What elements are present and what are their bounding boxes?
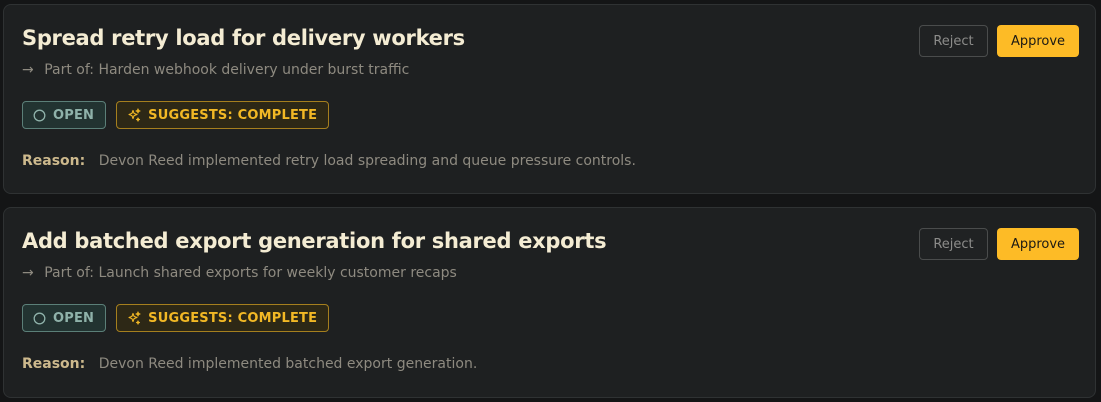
parent-name: Launch shared exports for weekly custome… <box>98 265 457 281</box>
suggestion-badge-label: SUGGESTS: COMPLETE <box>148 310 318 326</box>
approve-button[interactable]: Approve <box>997 228 1079 260</box>
reason: Reason: Devon Reed implemented batched e… <box>22 356 477 372</box>
suggestion-badge: SUGGESTS: COMPLETE <box>116 101 330 129</box>
circle-icon <box>33 109 46 122</box>
arrow-right-icon: → <box>22 265 34 281</box>
sparkles-icon <box>127 311 141 325</box>
status-badge: OPEN <box>22 101 107 129</box>
circle-icon <box>33 312 46 325</box>
status-badge: OPEN <box>22 304 107 332</box>
reason: Reason: Devon Reed implemented retry loa… <box>22 153 636 169</box>
badge-row: OPEN SUGGESTS: COMPLETE <box>22 304 330 332</box>
reject-button[interactable]: Reject <box>919 25 988 57</box>
parent-link[interactable]: → Part of: Launch shared exports for wee… <box>22 265 457 281</box>
suggestion-list: Spread retry load for delivery workers →… <box>0 0 1101 402</box>
card-title: Spread retry load for delivery workers <box>22 26 465 50</box>
suggestion-badge: SUGGESTS: COMPLETE <box>116 304 330 332</box>
status-badge-label: OPEN <box>53 310 95 326</box>
card-title: Add batched export generation for shared… <box>22 229 607 253</box>
status-badge-label: OPEN <box>53 107 95 123</box>
reason-label: Reason: <box>22 356 86 372</box>
parent-prefix: Part of: <box>44 62 94 78</box>
suggestion-card: Add batched export generation for shared… <box>3 207 1096 398</box>
parent-link[interactable]: → Part of: Harden webhook delivery under… <box>22 62 409 78</box>
arrow-right-icon: → <box>22 62 34 78</box>
suggestion-badge-label: SUGGESTS: COMPLETE <box>148 107 318 123</box>
reason-text: Devon Reed implemented retry load spread… <box>98 153 636 169</box>
badge-row: OPEN SUGGESTS: COMPLETE <box>22 101 330 129</box>
reason-label: Reason: <box>22 153 86 169</box>
parent-prefix: Part of: <box>44 265 94 281</box>
approve-button[interactable]: Approve <box>997 25 1079 57</box>
reject-button[interactable]: Reject <box>919 228 988 260</box>
reason-text: Devon Reed implemented batched export ge… <box>98 356 478 372</box>
parent-name: Harden webhook delivery under burst traf… <box>98 62 410 78</box>
suggestion-card: Spread retry load for delivery workers →… <box>3 4 1096 194</box>
sparkles-icon <box>127 108 141 122</box>
